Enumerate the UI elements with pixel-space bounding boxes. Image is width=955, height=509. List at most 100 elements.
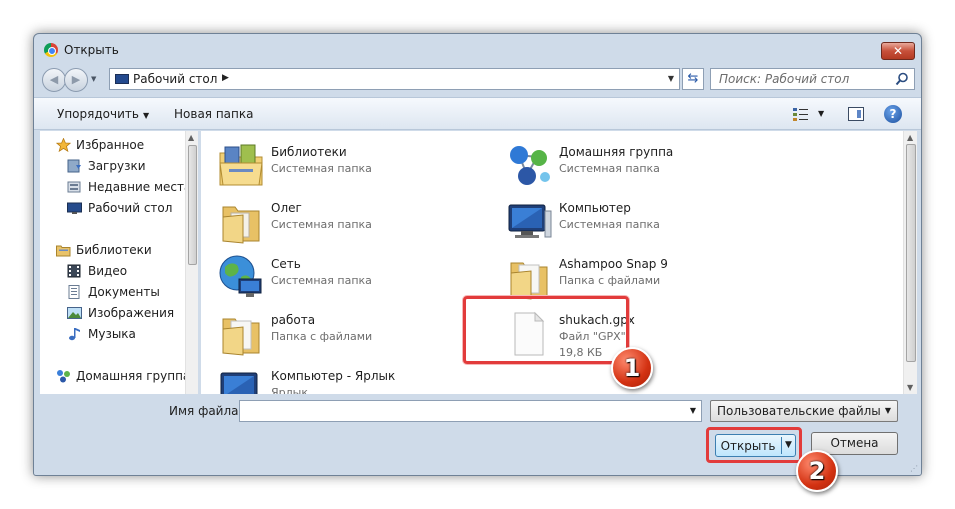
sidebar-item-recent-places[interactable]: Недавние места (40, 177, 191, 197)
refresh-button[interactable]: ⇆ (682, 68, 704, 90)
item-type: Ярлык (271, 386, 308, 394)
navigation-pane: Избранное Загрузки Недавние места Рабочи… (40, 131, 198, 394)
folder-icon (222, 318, 260, 356)
item-type: Системная папка (271, 218, 372, 231)
scrollbar-thumb[interactable] (906, 144, 916, 362)
computer-icon (508, 204, 552, 238)
sidebar-item-label: Рабочий стол (88, 201, 173, 215)
sidebar-item-favorites[interactable]: Избранное (40, 135, 190, 155)
file-type-value: Пользовательские файлы (717, 404, 881, 418)
view-options-dropdown-icon[interactable]: ▼ (818, 109, 824, 118)
list-item[interactable]: Ashampoo Snap 9 Папка с файлами (505, 249, 735, 301)
list-item[interactable]: работа Папка с файлами (217, 305, 447, 357)
navigation-bar: ◀ ▶ ▼ Рабочий стол ▶ ▼ ⇆ Поиск: Рабочий … (34, 66, 921, 92)
recent-places-icon (67, 181, 81, 193)
window-title: Открыть (64, 43, 119, 57)
item-name: Домашняя группа (559, 145, 674, 159)
file-list-scrollbar[interactable]: ▲ ▼ (903, 131, 917, 394)
breadcrumb-arrow-icon[interactable]: ▶ (222, 73, 229, 83)
downloads-icon (67, 159, 81, 173)
item-type: Папка с файлами (271, 330, 373, 343)
sidebar-item-libraries[interactable]: Библиотеки (40, 240, 190, 260)
recent-locations-dropdown-icon[interactable]: ▼ (91, 75, 96, 83)
open-options-dropdown-icon[interactable]: ▼ (785, 440, 792, 450)
address-breadcrumb[interactable]: Рабочий стол (133, 72, 217, 86)
sidebar-item-homegroup[interactable]: Домашняя группа (40, 366, 190, 386)
back-button[interactable]: ◀ (42, 68, 66, 92)
help-icon[interactable]: ? (884, 105, 902, 123)
desktop-icon (115, 74, 129, 84)
item-name: работа (271, 313, 316, 327)
sidebar-item-documents[interactable]: Документы (40, 282, 190, 302)
list-item[interactable]: Компьютер - Ярлык Ярлык (217, 361, 447, 394)
item-type: Системная папка (271, 274, 372, 287)
chrome-icon (44, 43, 58, 57)
item-name: Сеть (271, 257, 301, 271)
libraries-icon (56, 245, 71, 257)
libraries-icon (219, 144, 263, 186)
sidebar-item-label: Изображения (88, 306, 175, 320)
sidebar-item-label: Музыка (88, 327, 136, 341)
forward-button[interactable]: ▶ (64, 68, 88, 92)
chevron-down-icon: ▼ (142, 111, 150, 120)
new-folder-button[interactable]: Новая папка (174, 107, 253, 121)
scrollbar-thumb[interactable] (188, 145, 197, 265)
sidebar-scrollbar[interactable]: ▲ (185, 131, 198, 394)
computer-shortcut-icon (220, 372, 258, 394)
sidebar-item-images[interactable]: Изображения (40, 303, 190, 323)
item-name: Олег (271, 201, 302, 215)
step-badge-1: 1 (611, 347, 653, 389)
scroll-up-icon[interactable]: ▲ (907, 133, 913, 142)
open-button[interactable]: Открыть ▼ (715, 434, 796, 457)
open-button-highlight: Открыть ▼ (706, 427, 802, 463)
sidebar-item-label: Избранное (76, 138, 145, 152)
sidebar-item-music[interactable]: Музыка (40, 324, 190, 344)
star-icon (56, 138, 71, 152)
homegroup-icon (57, 370, 70, 383)
scroll-up-icon[interactable]: ▲ (188, 133, 194, 142)
close-button[interactable]: ✕ (881, 42, 915, 60)
step-badge-2: 2 (796, 450, 838, 492)
video-icon (67, 264, 81, 278)
sidebar-item-downloads[interactable]: Загрузки (40, 156, 190, 176)
organize-button[interactable]: Упорядочить ▼ (57, 107, 149, 121)
title-bar: Открыть ✕ (34, 34, 921, 64)
documents-icon (68, 285, 80, 299)
sidebar-item-desktop[interactable]: Рабочий стол (40, 198, 190, 218)
address-bar[interactable]: Рабочий стол ▶ ▼ (109, 68, 680, 90)
filename-label: Имя файла: (169, 404, 243, 418)
sidebar-item-video[interactable]: Видео (40, 261, 190, 281)
homegroup-icon (510, 146, 550, 185)
sidebar-item-label: Документы (88, 285, 160, 299)
filename-bar: Имя файла: ▼ Пользовательские файлы ▼ От… (34, 396, 921, 475)
resize-grip-icon[interactable]: ⋰ (910, 464, 918, 473)
sidebar-item-label: Загрузки (88, 159, 146, 173)
search-icon[interactable] (895, 72, 909, 86)
list-item[interactable]: Домашняя группа Системная папка (505, 137, 735, 189)
address-dropdown-icon[interactable]: ▼ (668, 74, 674, 83)
list-item[interactable]: Олег Системная папка (217, 193, 447, 245)
file-type-select[interactable]: Пользовательские файлы ▼ (710, 400, 898, 422)
open-file-dialog: Открыть ✕ ◀ ▶ ▼ Рабочий стол ▶ ▼ ⇆ Поиск… (33, 33, 922, 476)
filename-input[interactable]: ▼ (239, 400, 702, 422)
filename-dropdown-icon[interactable]: ▼ (690, 406, 696, 415)
organize-label: Упорядочить (57, 107, 139, 121)
search-input[interactable]: Поиск: Рабочий стол (710, 68, 915, 90)
search-placeholder: Поиск: Рабочий стол (719, 72, 850, 86)
preview-pane-icon[interactable] (848, 107, 864, 121)
desktop-icon (67, 202, 82, 214)
item-type: Системная папка (271, 162, 372, 175)
change-view-icon[interactable] (792, 107, 810, 121)
list-item[interactable]: Библиотеки Системная папка (217, 137, 447, 189)
split-divider (781, 437, 782, 454)
images-icon (67, 307, 82, 319)
list-item[interactable]: Сеть Системная папка (217, 249, 447, 301)
scroll-down-icon[interactable]: ▼ (907, 383, 913, 392)
item-name: Ashampoo Snap 9 (559, 257, 668, 271)
sidebar-item-label: Библиотеки (76, 243, 152, 257)
list-item[interactable]: Компьютер Системная папка (505, 193, 735, 245)
network-icon (219, 255, 262, 297)
item-name: Библиотеки (271, 145, 347, 159)
sidebar-item-label: Видео (88, 264, 128, 278)
item-type: Системная папка (559, 162, 660, 175)
